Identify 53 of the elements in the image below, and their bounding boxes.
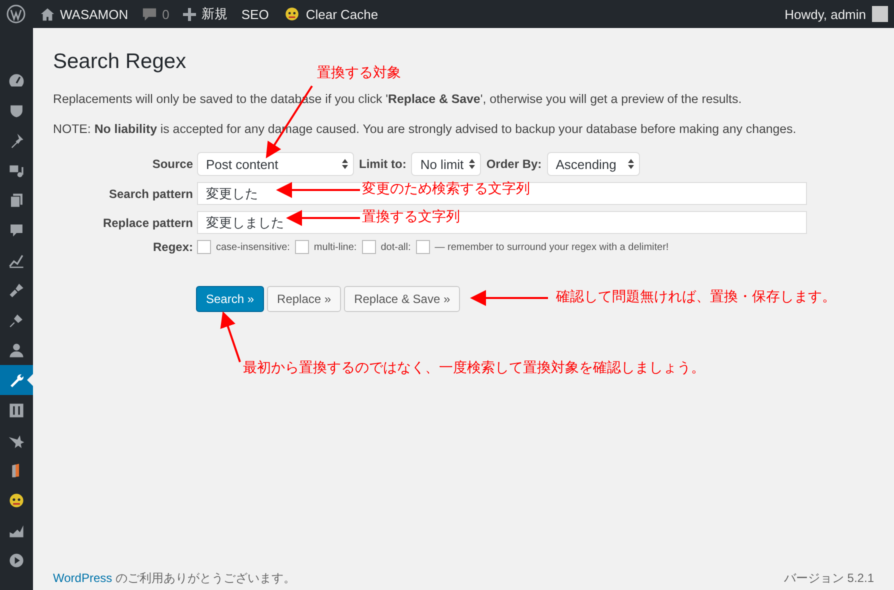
- wordpress-logo-icon[interactable]: [6, 4, 26, 24]
- site-name-link[interactable]: WASAMON: [60, 6, 128, 22]
- order-select[interactable]: Ascending: [546, 152, 640, 176]
- sidebar-item[interactable]: [0, 365, 33, 395]
- sliders-icon: [8, 402, 25, 418]
- new-link[interactable]: 新規: [201, 5, 228, 23]
- up-down-arrows-icon: [469, 159, 476, 169]
- annotation-text: 最初から置換するのではなく、一度検索して置換対象を確認しましょう。: [243, 359, 705, 377]
- checkbox[interactable]: [362, 240, 376, 254]
- option-label: multi-line:: [314, 242, 357, 252]
- field-label: Regex:: [152, 240, 193, 254]
- field-label: Source: [151, 157, 193, 171]
- plugin-icon: [8, 312, 25, 328]
- home-icon: [40, 7, 55, 21]
- checkbox[interactable]: [294, 240, 309, 254]
- up-down-arrows-icon: [342, 159, 348, 169]
- wordpress-link[interactable]: WordPress: [53, 571, 112, 585]
- greeting-link[interactable]: Howdy, admin: [784, 6, 866, 22]
- annotation-text: 変更のため検索する文字列: [362, 180, 530, 198]
- limit-select[interactable]: No limit: [411, 152, 482, 176]
- comment-count[interactable]: 0: [162, 6, 170, 22]
- annotation-arrow: [220, 311, 241, 362]
- source-select[interactable]: Post content: [197, 152, 354, 176]
- comment-icon: [142, 7, 158, 21]
- clear-cache-link[interactable]: Clear Cache: [306, 6, 378, 22]
- annotation-text: 確認して問題無ければ、置換・保存します。: [556, 288, 836, 306]
- checkbox[interactable]: [197, 240, 211, 254]
- thanks-text: WordPress のご利用ありがとうございます。: [53, 570, 296, 587]
- checkbox[interactable]: [416, 240, 430, 254]
- dashboard-icon: [8, 72, 25, 88]
- replace-button[interactable]: Replace & Save »: [344, 286, 460, 312]
- user-icon: [8, 342, 25, 358]
- option-label: dot-all:: [380, 242, 411, 252]
- seo-link[interactable]: SEO: [241, 6, 269, 22]
- field-label: Replace pattern: [102, 216, 193, 230]
- field-label: Limit to:: [359, 157, 406, 171]
- version-text: バージョン 5.2.1: [784, 570, 874, 587]
- field-label: Order By:: [486, 157, 542, 171]
- search-button[interactable]: Search »: [196, 286, 264, 312]
- wrench-icon: [8, 372, 25, 388]
- comments-icon: [8, 222, 25, 238]
- pages-icon: [8, 192, 25, 208]
- replace-button[interactable]: Replace »: [267, 286, 342, 312]
- annotation-text: 置換する対象: [317, 64, 401, 82]
- page-title: Search Regex: [53, 50, 186, 74]
- hint-text: — remember to surround your regex with a delimiter!: [434, 242, 669, 252]
- plus-icon: [183, 8, 196, 20]
- up-down-arrows-icon: [628, 159, 634, 169]
- option-label: case-insensitive:: [216, 242, 290, 252]
- field-label: Search pattern: [108, 186, 193, 200]
- play-icon: [8, 552, 25, 568]
- annotation-text: 置換する文字列: [362, 208, 460, 226]
- brush-icon: [8, 282, 25, 298]
